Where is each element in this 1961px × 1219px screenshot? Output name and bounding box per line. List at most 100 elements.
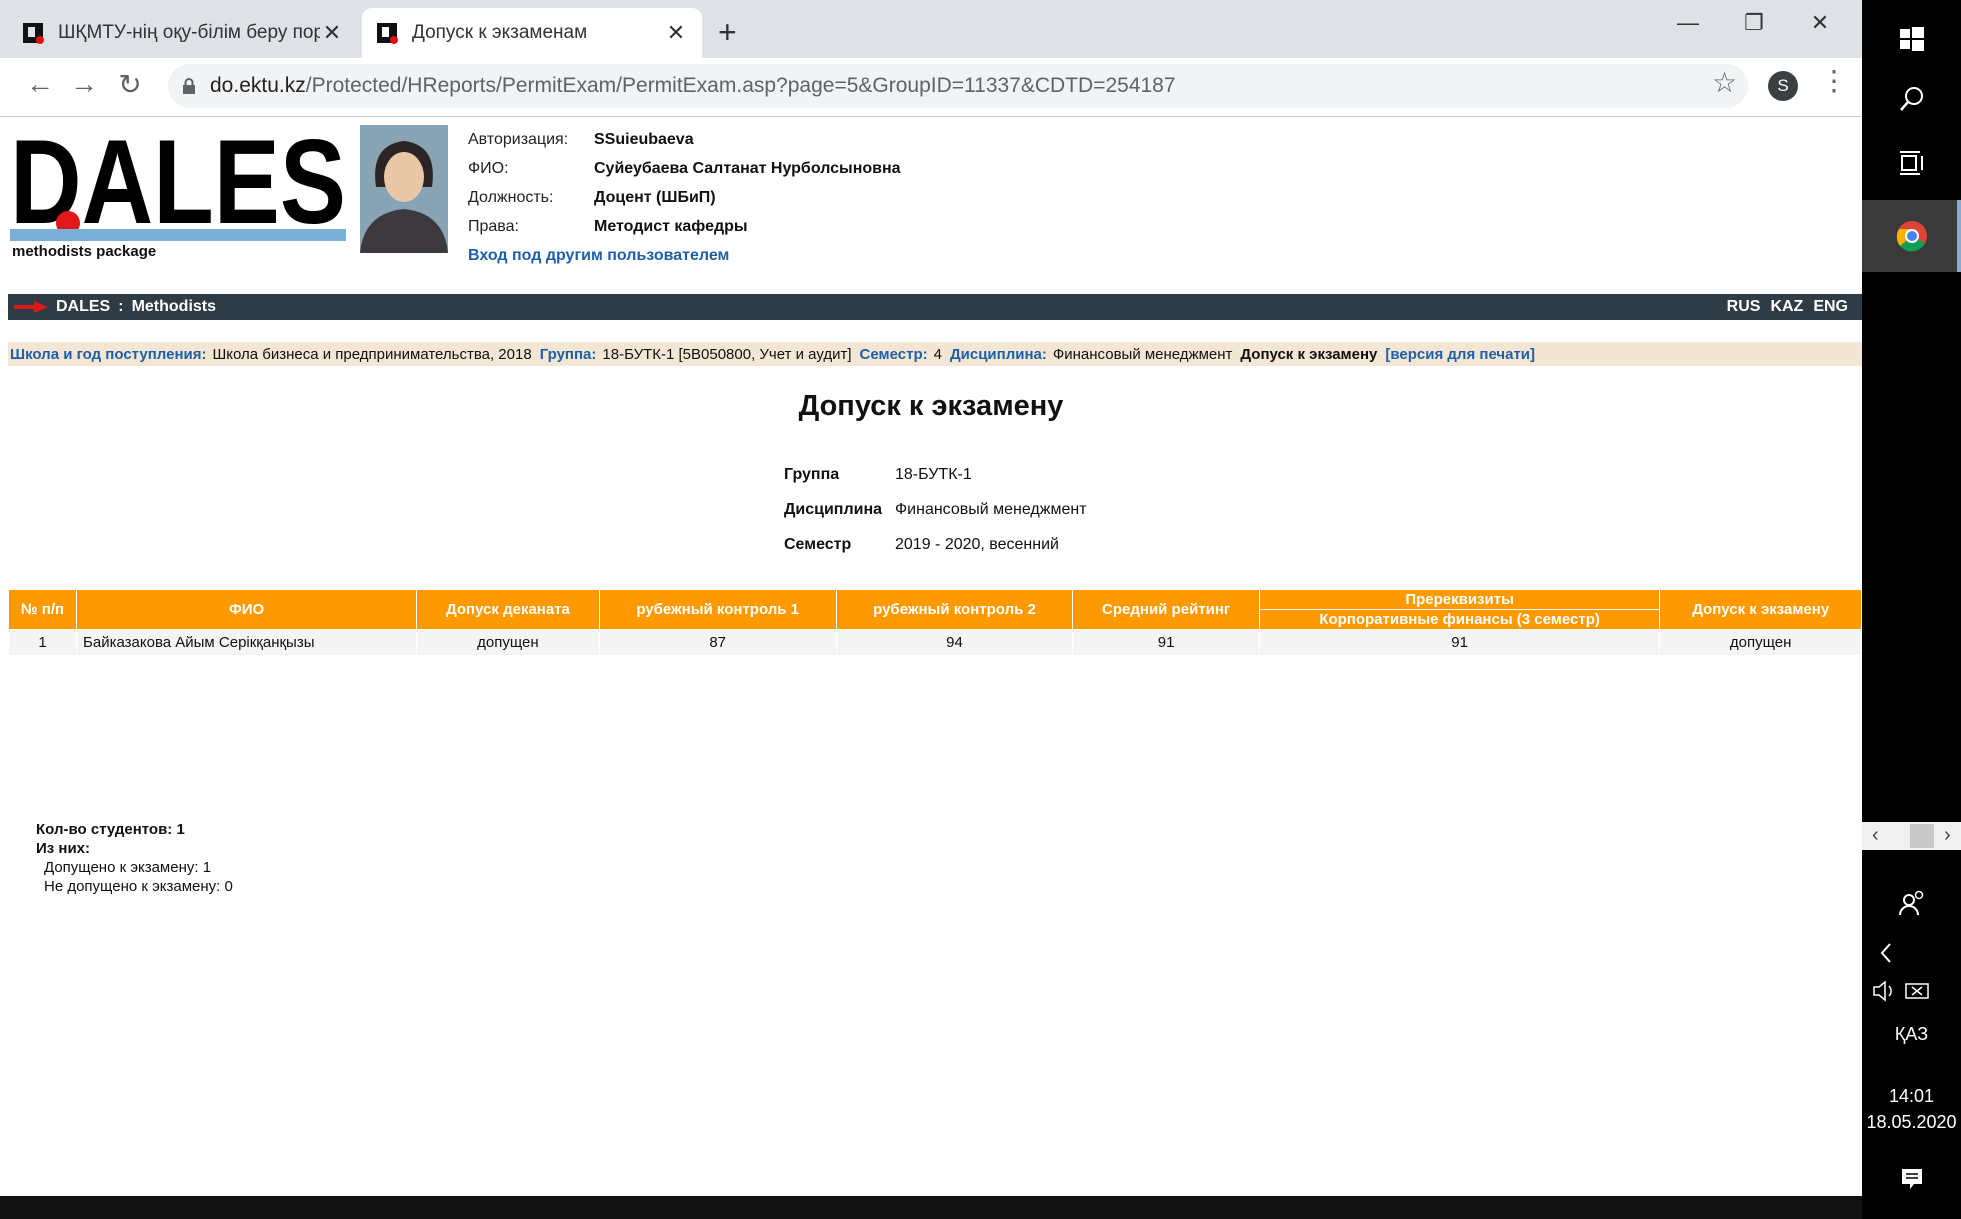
user-avatar-image: [360, 125, 448, 253]
summary-stats: Кол-во студентов: 1 Из них: Допущено к э…: [36, 820, 233, 896]
minimize-button[interactable]: —: [1668, 10, 1708, 36]
lang-rus[interactable]: RUS: [1727, 298, 1761, 316]
active-indicator: [1957, 200, 1961, 272]
admitted-count: Допущено к экзамену: 1: [44, 859, 212, 876]
info-semester-value: 2019 - 2020, весенний: [895, 535, 1059, 553]
admission-table: № п/п ФИО Допуск деканата рубежный контр…: [7, 589, 1862, 656]
cell-dean: допущен: [416, 629, 600, 656]
crumb-semester-link[interactable]: Семестр:: [860, 346, 928, 363]
auth-info: Авторизация: SSuieubaeva ФИО: Суйеубаева С…: [468, 125, 901, 270]
clock-time[interactable]: 14:01: [1862, 1086, 1961, 1107]
nav-separator: :: [118, 298, 124, 315]
student-count: Кол-во студентов: 1: [36, 821, 185, 838]
red-arrow-icon: [14, 301, 48, 313]
info-group-value: 18-БУТК-1: [895, 465, 972, 483]
rights-value: Методист кафедры: [594, 217, 748, 235]
tab-title: ШҚМТУ-нің оқу-білім беру пор: [58, 22, 320, 43]
cell-rk1: 87: [598, 629, 837, 656]
input-language[interactable]: ҚАЗ: [1862, 1024, 1961, 1045]
info-discipline-value: Финансовый менеджмент: [895, 500, 1087, 518]
name-value: Суйеубаева Салтанат Нурболсыновна: [594, 159, 901, 177]
login-label: Авторизация:: [468, 130, 569, 148]
nav-section-link[interactable]: Methodists: [132, 298, 216, 316]
profile-avatar[interactable]: S: [1768, 71, 1798, 101]
crumb-semester-value: 4: [933, 345, 942, 363]
name-label: ФИО:: [468, 159, 509, 177]
crumb-discipline-value: Финансовый менеджмент: [1052, 345, 1233, 363]
dales-favicon-icon: [23, 23, 44, 44]
page-title: Допуск к экзамену: [798, 390, 1064, 422]
cell-prereq: 91: [1258, 629, 1661, 656]
chrome-icon: [1896, 221, 1927, 252]
nav-root-link[interactable]: DALES: [56, 298, 110, 316]
bottom-bar: [0, 1196, 1862, 1219]
browser-toolbar: ← → ↻ do.ektu.kz/Protected/HReports/Perm…: [0, 58, 1862, 117]
bookmark-star-icon[interactable]: ☆: [1712, 66, 1737, 99]
of-them-label: Из них:: [36, 840, 91, 857]
col-header-num[interactable]: № п/п: [7, 589, 78, 630]
web-page: DALES methodists package Авторизация: SSu…: [0, 117, 1862, 1219]
col-header-avg[interactable]: Средний рейтинг: [1072, 589, 1260, 630]
user-photo: [360, 125, 448, 253]
col-header-dean[interactable]: Допуск деканата: [416, 589, 600, 630]
info-discipline-label: Дисциплина: [784, 500, 883, 518]
tab-portal[interactable]: ШҚМТУ-нің оқу-білім беру пор ✕: [8, 8, 358, 58]
address-bar[interactable]: do.ektu.kz/Protected/HReports/PermitExam…: [168, 64, 1748, 108]
crumb-group-value: 18-БУТК-1 [5В050800, Учет и аудит]: [602, 345, 852, 363]
taskbar-scroll[interactable]: ‹ ›: [1862, 822, 1961, 850]
crumb-school-link[interactable]: Школа и год поступления:: [10, 346, 207, 363]
task-view-icon[interactable]: [1862, 148, 1961, 178]
people-icon[interactable]: [1862, 888, 1961, 918]
col-header-rk1[interactable]: рубежный контроль 1: [598, 589, 837, 630]
scroll-left-icon[interactable]: ‹: [1872, 824, 1879, 847]
tab-title: Допуск к экзаменам: [412, 22, 588, 43]
clock-date[interactable]: 18.05.2020: [1862, 1112, 1961, 1133]
windows-taskbar: ‹ › ҚАЗ 14:01 18.05.2020: [1862, 0, 1961, 1219]
table-row: 1 Байказакова Айым Серікқанқызы допущен …: [7, 629, 1862, 656]
browser-menu-icon[interactable]: ⋮: [1820, 64, 1848, 97]
col-header-admission[interactable]: Допуск к экзамену: [1659, 589, 1862, 630]
taskbar-chrome-button[interactable]: [1862, 200, 1961, 272]
print-version-link[interactable]: [версия для печати]: [1385, 346, 1535, 363]
tab-close-icon[interactable]: ✕: [664, 20, 688, 46]
lang-kaz[interactable]: KAZ: [1770, 298, 1803, 316]
notifications-icon[interactable]: [1862, 1166, 1961, 1192]
crumb-discipline-link[interactable]: Дисциплина:: [950, 346, 1047, 363]
new-tab-button[interactable]: +: [718, 14, 737, 50]
login-value: SSuieubaeva: [594, 130, 694, 148]
back-button[interactable]: ←: [20, 68, 60, 100]
browser-chrome: ШҚМТУ-нің оқу-білім беру пор ✕ Допуск к …: [0, 0, 1862, 117]
col-header-prereq-sub[interactable]: Корпоративные финансы (3 семестр): [1258, 609, 1661, 630]
crumb-group-link[interactable]: Группа:: [540, 346, 597, 363]
tab-close-icon[interactable]: ✕: [320, 20, 344, 46]
volume-icon[interactable]: [1862, 978, 1961, 1004]
crumb-current: Допуск к экзамену: [1240, 345, 1378, 363]
reload-button[interactable]: ↻: [110, 68, 150, 101]
close-window-button[interactable]: ✕: [1800, 10, 1840, 36]
col-header-prereq: Пререквизиты: [1258, 589, 1661, 610]
col-header-rk2[interactable]: рубежный контроль 2: [835, 589, 1074, 630]
forward-button[interactable]: →: [64, 68, 104, 100]
scroll-right-icon[interactable]: ›: [1944, 824, 1951, 847]
info-semester-label: Семестр: [784, 535, 852, 553]
lock-icon: [183, 78, 195, 94]
scroll-thumb[interactable]: [1910, 824, 1934, 848]
breadcrumb: Школа и год поступления: Школа бизнеса и…: [8, 342, 1862, 366]
url-host: do.ektu.kz: [210, 74, 306, 97]
cell-num: 1: [7, 629, 78, 656]
not-admitted-count: Не допущено к экзамену: 0: [44, 878, 233, 895]
cell-fio: Байказакова Айым Серікқанқызы: [76, 629, 418, 656]
maximize-button[interactable]: ❐: [1734, 10, 1774, 36]
logo-tagline: methodists package: [12, 243, 157, 260]
url-path: /Protected/HReports/PermitExam/PermitExa…: [305, 74, 1176, 97]
col-header-fio[interactable]: ФИО: [76, 589, 418, 630]
chevron-left-icon[interactable]: [1862, 940, 1961, 966]
tab-permit-exam[interactable]: Допуск к экзаменам ✕: [362, 8, 702, 58]
windows-start-icon[interactable]: [1862, 24, 1961, 54]
position-value: Доцент (ШБиП): [594, 188, 716, 206]
cell-avg: 91: [1072, 629, 1260, 656]
search-icon[interactable]: [1862, 84, 1961, 114]
switch-user-link[interactable]: Вход под другим пользователем: [468, 247, 729, 265]
rights-label: Права:: [468, 217, 519, 235]
lang-eng[interactable]: ENG: [1813, 298, 1848, 316]
